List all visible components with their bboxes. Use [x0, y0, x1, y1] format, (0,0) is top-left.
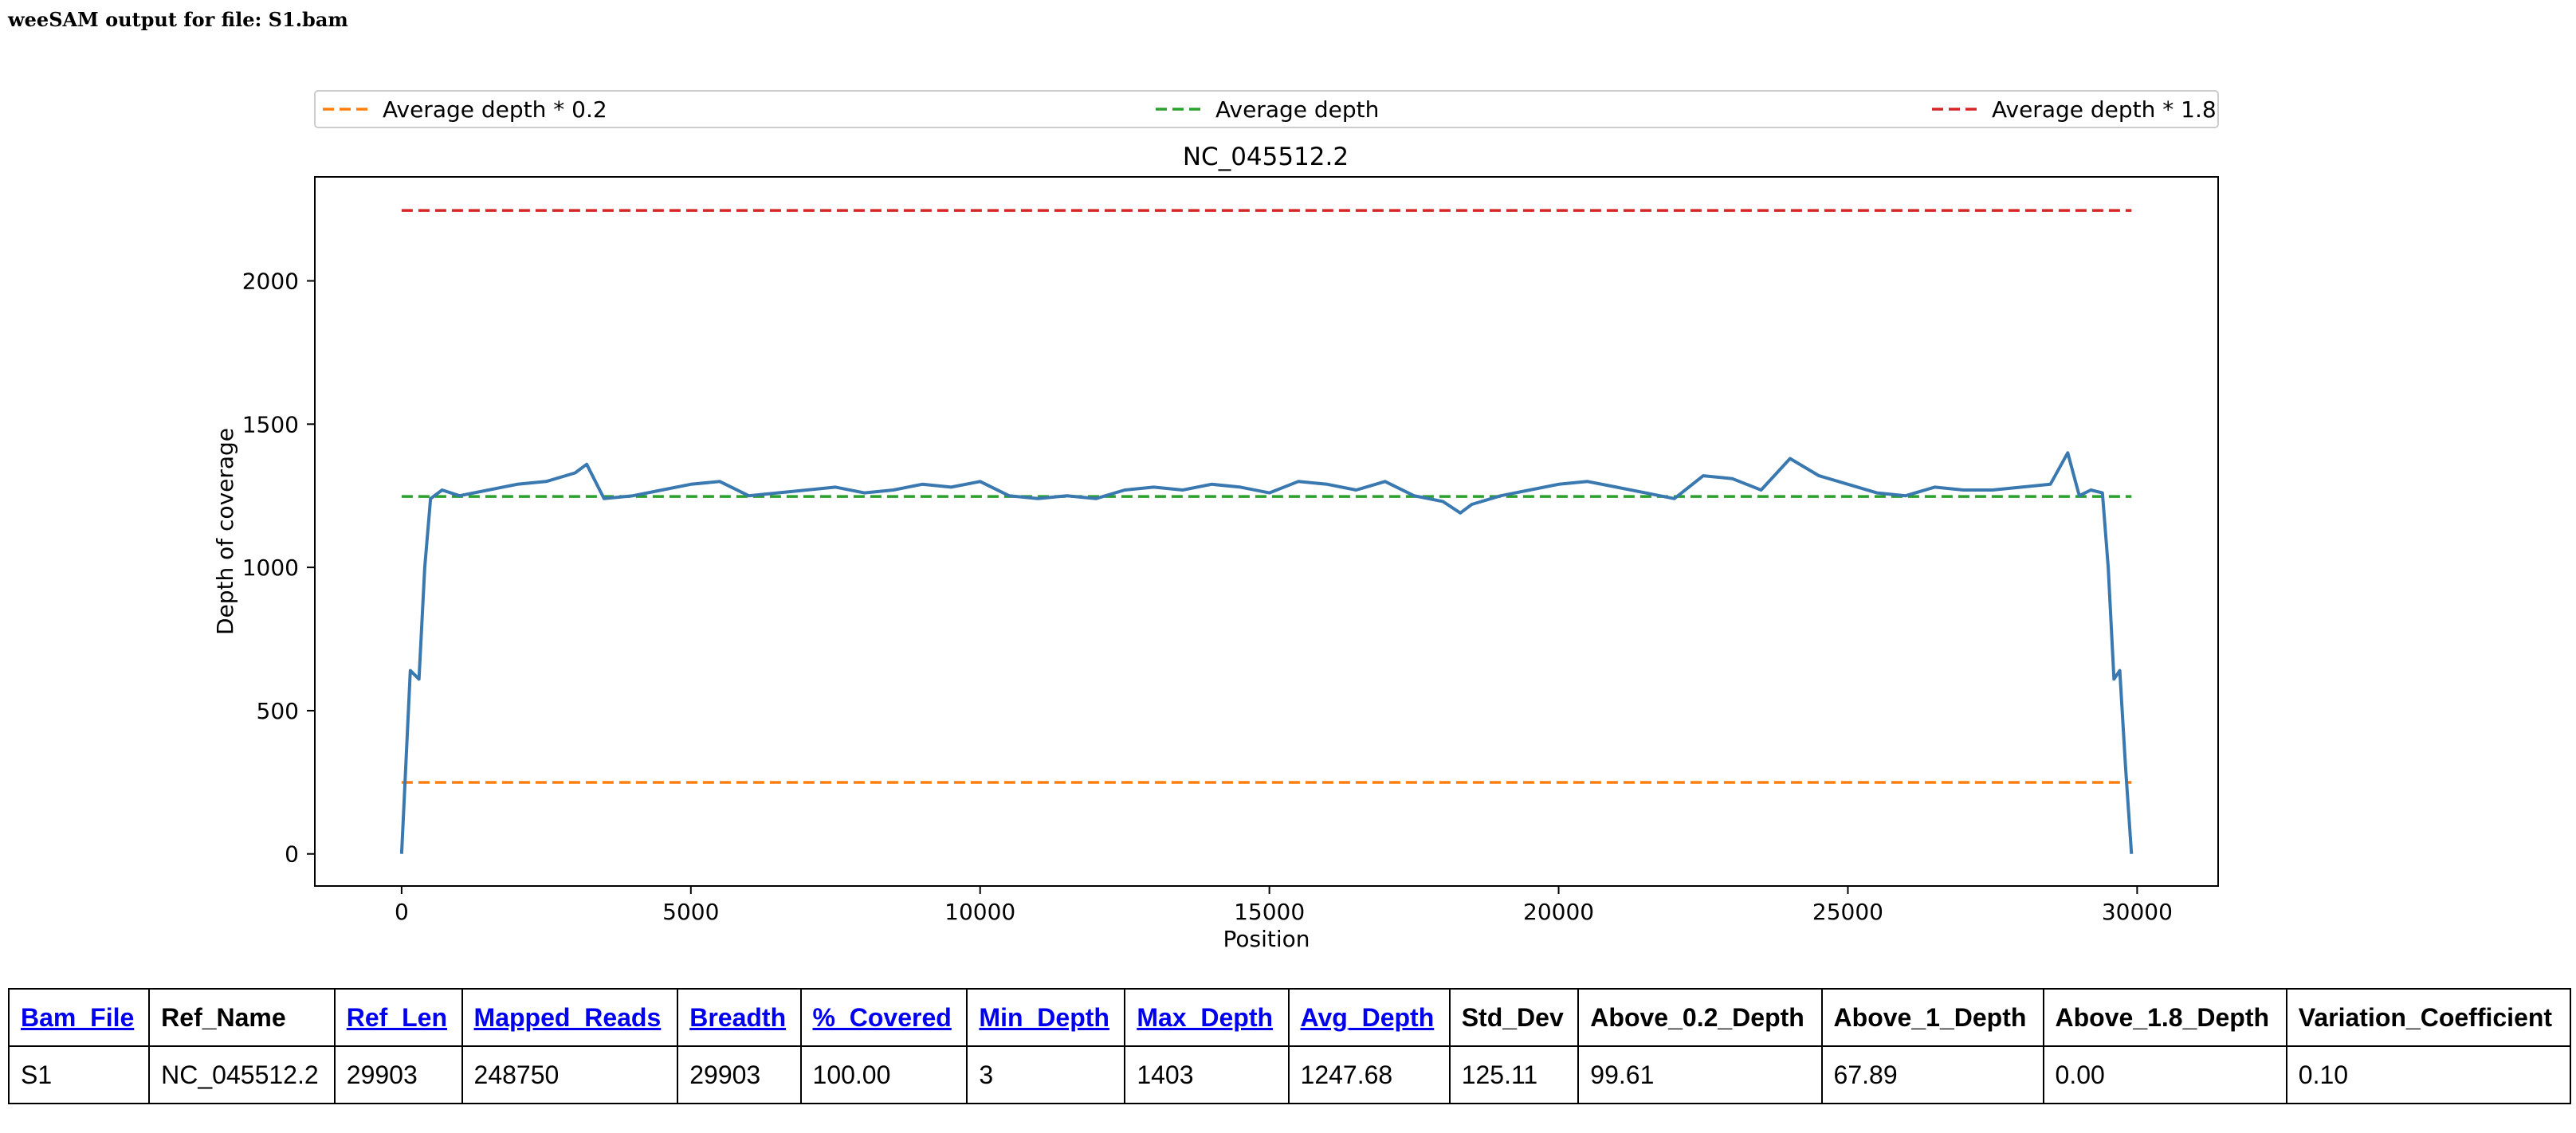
column-header-avg-depth[interactable]: Avg_Depth [1287, 988, 1451, 1047]
column-header-min-depth[interactable]: Min_Depth [966, 988, 1126, 1047]
table-cell: 248750 [461, 1045, 679, 1104]
sort-link[interactable]: Avg_Depth [1301, 1003, 1435, 1032]
sort-link[interactable]: Breadth [689, 1003, 786, 1032]
x-tick-label: 20000 [1523, 899, 1594, 925]
table-cell: 67.89 [1820, 1045, 2044, 1104]
x-tick-label: 5000 [662, 899, 719, 925]
y-tick-label: 1500 [242, 411, 299, 437]
y-axis-label: Depth of coverage [212, 428, 238, 635]
table-cell: 1403 [1124, 1045, 1290, 1104]
column-header-above-1-depth: Above_1_Depth [1820, 988, 2044, 1047]
sort-link[interactable]: Max_Depth [1137, 1003, 1273, 1032]
plot-frame [314, 176, 2219, 887]
chart-title: NC_045512.2 [1183, 143, 1349, 171]
table-cell: 29903 [677, 1045, 802, 1104]
sort-link[interactable]: Bam_File [21, 1003, 134, 1032]
stats-table: Bam_File Ref_Name Ref_Len Mapped_Reads Bread… [7, 988, 2572, 1104]
column-header-above-1-8-depth: Above_1.8_Depth [2042, 988, 2287, 1047]
legend-label: Average depth * 1.8 [1992, 96, 2217, 123]
sort-link[interactable]: %_Covered [813, 1003, 952, 1032]
table-row: S1 NC_045512.2 29903 248750 29903 100.00 3 1403… [7, 1045, 2572, 1104]
table-cell: 1247.68 [1287, 1045, 1451, 1104]
column-header-mapped-reads[interactable]: Mapped_Reads [461, 988, 679, 1047]
table-cell: 99.61 [1577, 1045, 1823, 1104]
table-cell: S1 [7, 1045, 151, 1104]
coverage-chart: Average depth * 0.2 Average depth Average … [212, 90, 2219, 952]
y-tick-label: 1000 [242, 555, 299, 581]
coverage-line [399, 451, 2134, 854]
column-header-above-0-2-depth: Above_0.2_Depth [1577, 988, 1823, 1047]
legend-label: Average depth * 0.2 [383, 96, 607, 123]
x-tick-label: 25000 [1812, 899, 1883, 925]
legend-label: Average depth [1215, 96, 1379, 123]
sort-link[interactable]: Min_Depth [979, 1003, 1109, 1032]
x-tick-label: 15000 [1234, 899, 1305, 925]
x-tick-label: 10000 [944, 899, 1015, 925]
column-header-std-dev: Std_Dev [1448, 988, 1580, 1047]
column-header-ref-len[interactable]: Ref_Len [333, 988, 463, 1047]
column-header-ref-name: Ref_Name [148, 988, 336, 1047]
x-tick-label: 0 [395, 899, 409, 925]
column-header-bam-file[interactable]: Bam_File [7, 988, 151, 1047]
column-header--covered[interactable]: %_Covered [799, 988, 968, 1047]
table-header-row: Bam_File Ref_Name Ref_Len Mapped_Reads Bread… [7, 988, 2572, 1047]
table-cell: 125.11 [1448, 1045, 1580, 1104]
column-header-variation-coefficient: Variation_Coefficient [2285, 988, 2572, 1047]
x-axis-label: Position [1223, 926, 1310, 952]
table-cell: NC_045512.2 [148, 1045, 336, 1104]
column-header-breadth[interactable]: Breadth [677, 988, 802, 1047]
table-cell: 100.00 [799, 1045, 968, 1104]
y-tick-label: 0 [285, 841, 299, 868]
sort-link[interactable]: Mapped_Reads [474, 1003, 662, 1032]
table-cell: 0.00 [2042, 1045, 2287, 1104]
column-header-max-depth[interactable]: Max_Depth [1124, 988, 1290, 1047]
table-cell: 0.10 [2285, 1045, 2572, 1104]
y-tick-label: 500 [257, 698, 299, 724]
table-cell: 3 [966, 1045, 1126, 1104]
table-cell: 29903 [333, 1045, 463, 1104]
sort-link[interactable]: Ref_Len [347, 1003, 447, 1032]
x-tick-label: 30000 [2102, 899, 2173, 925]
y-tick-label: 2000 [242, 269, 299, 295]
